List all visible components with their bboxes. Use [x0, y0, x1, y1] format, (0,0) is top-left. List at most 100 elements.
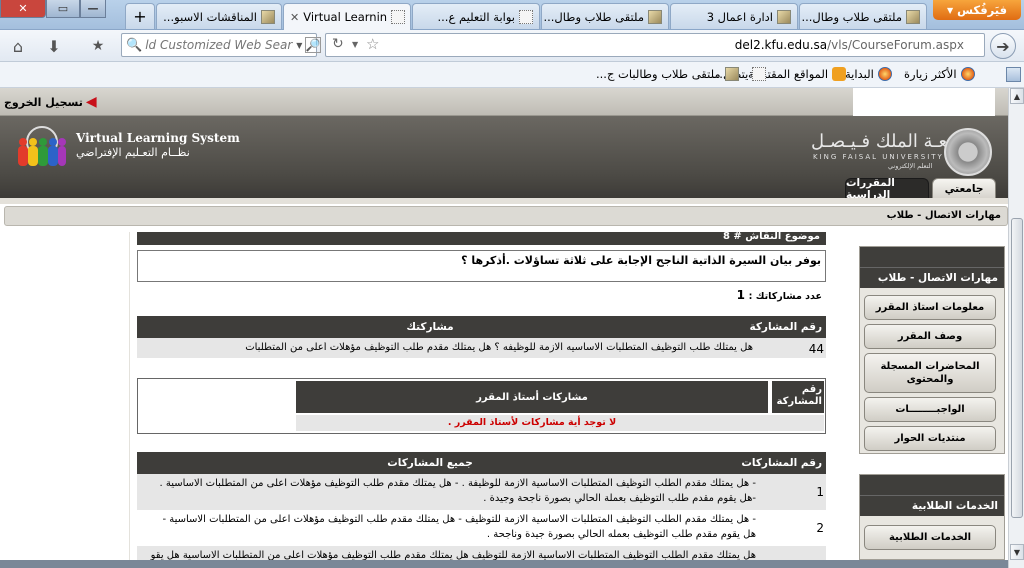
scroll-up-arrow-icon[interactable]: ▲ — [1010, 88, 1024, 104]
bookmark-most-visited[interactable]: الأكثر زيارة — [904, 67, 975, 81]
favicon-icon — [519, 9, 533, 24]
tab-label: بوابة التعليم ع... — [437, 9, 516, 24]
search-engine-icon[interactable]: 🔍 — [126, 38, 142, 53]
favicon-icon — [261, 9, 275, 24]
url-dropdown-icon[interactable]: ▼ — [352, 40, 358, 49]
window-minimize-button[interactable]: — — [80, 0, 106, 18]
tab-label: ادارة اعمال 3 — [706, 9, 773, 24]
col-header-your-post: مشاركتك — [406, 321, 454, 333]
feed-icon[interactable] — [1006, 67, 1021, 82]
row-post-text: هل يمتلك مقدم الطلب التوظيف المتطلبات ال… — [150, 550, 756, 560]
vls-title: Virtual Learning System — [76, 131, 240, 145]
left-gutter — [0, 232, 130, 568]
firefox-menu-button[interactable]: فيَرفُكس ▼ — [933, 0, 1021, 20]
row-post-number: 44 — [808, 342, 824, 356]
breadcrumb: مهارات الاتصال - طلاب — [4, 206, 1008, 226]
row-post-number: 1 — [816, 485, 824, 499]
bookmark-star-icon[interactable]: ★ — [88, 36, 108, 56]
home-icon[interactable]: ⌂ — [8, 36, 28, 56]
tab-close-icon[interactable]: ✕ — [290, 11, 299, 24]
favicon-icon — [648, 9, 662, 24]
course-menu-top-band — [860, 247, 1004, 267]
vls-subtitle: نظــام التعـليم الإفتراضي — [76, 146, 190, 159]
your-posts-count: عدد مشاركاتك : 1 — [600, 288, 822, 302]
browser-tab-4[interactable]: ملتقى طلاب وطال... — [541, 3, 669, 29]
vls-logo-icon — [18, 126, 66, 166]
row-post-text: - هل يمتلك مقدم الطلب التوظيف المتطلبات … — [162, 514, 756, 540]
favicon-icon — [724, 67, 739, 81]
assignments-button[interactable]: الواجبــــــــات — [864, 397, 996, 422]
url-bar[interactable]: ↻ ▼ ☆ del2.kfu.edu.sa/vls/CourseForum.as… — [325, 33, 985, 57]
go-forward-button[interactable]: ➔ — [990, 33, 1016, 59]
row-post-text: - هل يمتلك مقدم الطلب التوظيف المتطلبات … — [159, 478, 756, 504]
tab-label: ملتقى طلاب وطال... — [543, 9, 644, 24]
tab-label: ملتقى طلاب وطال... — [801, 9, 902, 24]
university-seal-icon — [944, 128, 992, 176]
url-text: del2.kfu.edu.sa/vls/CourseForum.aspx — [734, 38, 964, 52]
browser-tab-6[interactable]: ملتقى طلاب وطال... — [799, 3, 927, 29]
taskbar-strip — [0, 560, 1008, 568]
tab-label: المناقشات الاسبو... — [163, 9, 257, 24]
scroll-down-arrow-icon[interactable]: ▼ — [1010, 544, 1024, 560]
services-top-band — [860, 475, 1004, 495]
logout-link[interactable]: تسجيل الخروج ◀ — [4, 94, 97, 110]
row-post-number: 2 — [816, 521, 824, 535]
bookmark-page-icon[interactable]: ☆ — [366, 35, 379, 53]
bookmarks-toolbar: الأكثر زيارة البداية المواقع المقترحة يت… — [0, 62, 1024, 88]
col-header-posts-number: رقم المشاركات — [741, 457, 822, 469]
browser-tab-1[interactable]: المناقشات الاسبو... — [156, 3, 282, 29]
instructor-info-button[interactable]: معلومات استاذ المقرر — [864, 295, 996, 320]
course-menu-panel: مهارات الاتصال - طلاب — [859, 246, 1005, 454]
new-tab-button[interactable]: + — [125, 3, 155, 29]
services-title: الخدمات الطلابية — [860, 495, 1004, 516]
search-go-icon[interactable]: 🔎 — [305, 37, 322, 53]
reload-icon[interactable]: ↻ — [332, 36, 344, 52]
firefox-logo-icon — [877, 67, 892, 81]
search-input[interactable] — [145, 38, 294, 52]
logout-label: تسجيل الخروج — [4, 95, 83, 109]
tab-courses[interactable]: المقررات الدراسية — [845, 177, 929, 201]
favicon-icon — [777, 9, 791, 24]
bookmark-students-forum[interactable]: ملتقى طلاب وطالبات ج... — [596, 67, 739, 81]
university-name-english: KING FAISAL UNIVERSITY — [813, 153, 944, 161]
tab-my-university[interactable]: جامعتي — [932, 178, 996, 198]
firefox-logo-icon — [960, 67, 975, 81]
window-maximize-button[interactable]: ▭ — [46, 0, 80, 18]
topic-header: موضوع النقاش # 8 — [137, 232, 826, 245]
course-description-button[interactable]: وصف المقرر — [864, 324, 996, 349]
search-box: 🔍 ▼ 🔎 — [121, 33, 322, 57]
navigation-toolbar: ⌂ ⬇ ★ 🔍 ▼ 🔎 ↻ ▼ ☆ del2.kfu.edu.sa/vls/Co… — [0, 30, 1024, 62]
university-elearning-label: التعلم الإلكتروني — [888, 162, 933, 170]
col-header-post-number: رقم المشاركة — [776, 384, 822, 407]
page-icon — [752, 67, 767, 81]
browser-tab-5[interactable]: ادارة اعمال 3 — [670, 3, 798, 29]
col-header-post-number: رقم المشاركة — [749, 321, 822, 333]
browser-tab-active[interactable]: ✕ Virtual Learnin — [283, 3, 411, 30]
row-post-text: هل يمتلك طلب التوظيف المتطلبات الاساسيه … — [245, 342, 753, 353]
course-menu-title: مهارات الاتصال - طلاب — [860, 267, 1004, 288]
dropdown-arrow-icon: ▼ — [947, 5, 954, 15]
browser-tab-3[interactable]: بوابة التعليم ع... — [412, 3, 540, 29]
window-close-button[interactable]: ✕ — [0, 0, 46, 18]
scrollbar-thumb[interactable] — [1011, 218, 1023, 518]
tab-label: Virtual Learnin — [303, 10, 388, 24]
col-header-all-posts: جميع المشاركات — [387, 457, 473, 469]
student-services-button[interactable]: الخدمات الطلابية — [864, 525, 996, 550]
web-slice-icon — [832, 67, 847, 81]
recorded-lectures-button[interactable]: المحاضرات المسجلة والمحتوى — [864, 353, 996, 393]
discussion-forums-button[interactable]: منتديات الحوار — [864, 426, 996, 451]
instructor-empty-message: لا توجد أية مشاركات لأستاذ المقرر . — [447, 417, 617, 428]
menu-button-label: فيَرفُكس — [957, 3, 1008, 17]
search-dropdown-icon[interactable]: ▼ — [296, 41, 302, 50]
download-icon[interactable]: ⬇ — [44, 36, 64, 56]
instructor-posts-box: رقم المشاركة مشاركات أستاذ المقرر لا توج… — [137, 378, 826, 434]
col-header-instructor-posts: مشاركات أستاذ المقرر — [476, 392, 588, 403]
vertical-scrollbar[interactable]: ▲ ▼ — [1008, 88, 1024, 568]
your-count-value: 1 — [736, 288, 745, 302]
browser-tab-strip: ✕ ▭ — + المناقشات الاسبو... ✕ Virtual Le… — [0, 0, 1024, 30]
bookmark-getting-started[interactable]: البداية — [845, 67, 892, 81]
your-count-label: عدد مشاركاتك : — [748, 291, 822, 302]
favicon-icon — [391, 10, 406, 24]
topic-question: بوفر بيان السيرة الذاتية الناجح الإجابة … — [137, 250, 826, 282]
logout-arrow-icon: ◀ — [85, 94, 97, 110]
